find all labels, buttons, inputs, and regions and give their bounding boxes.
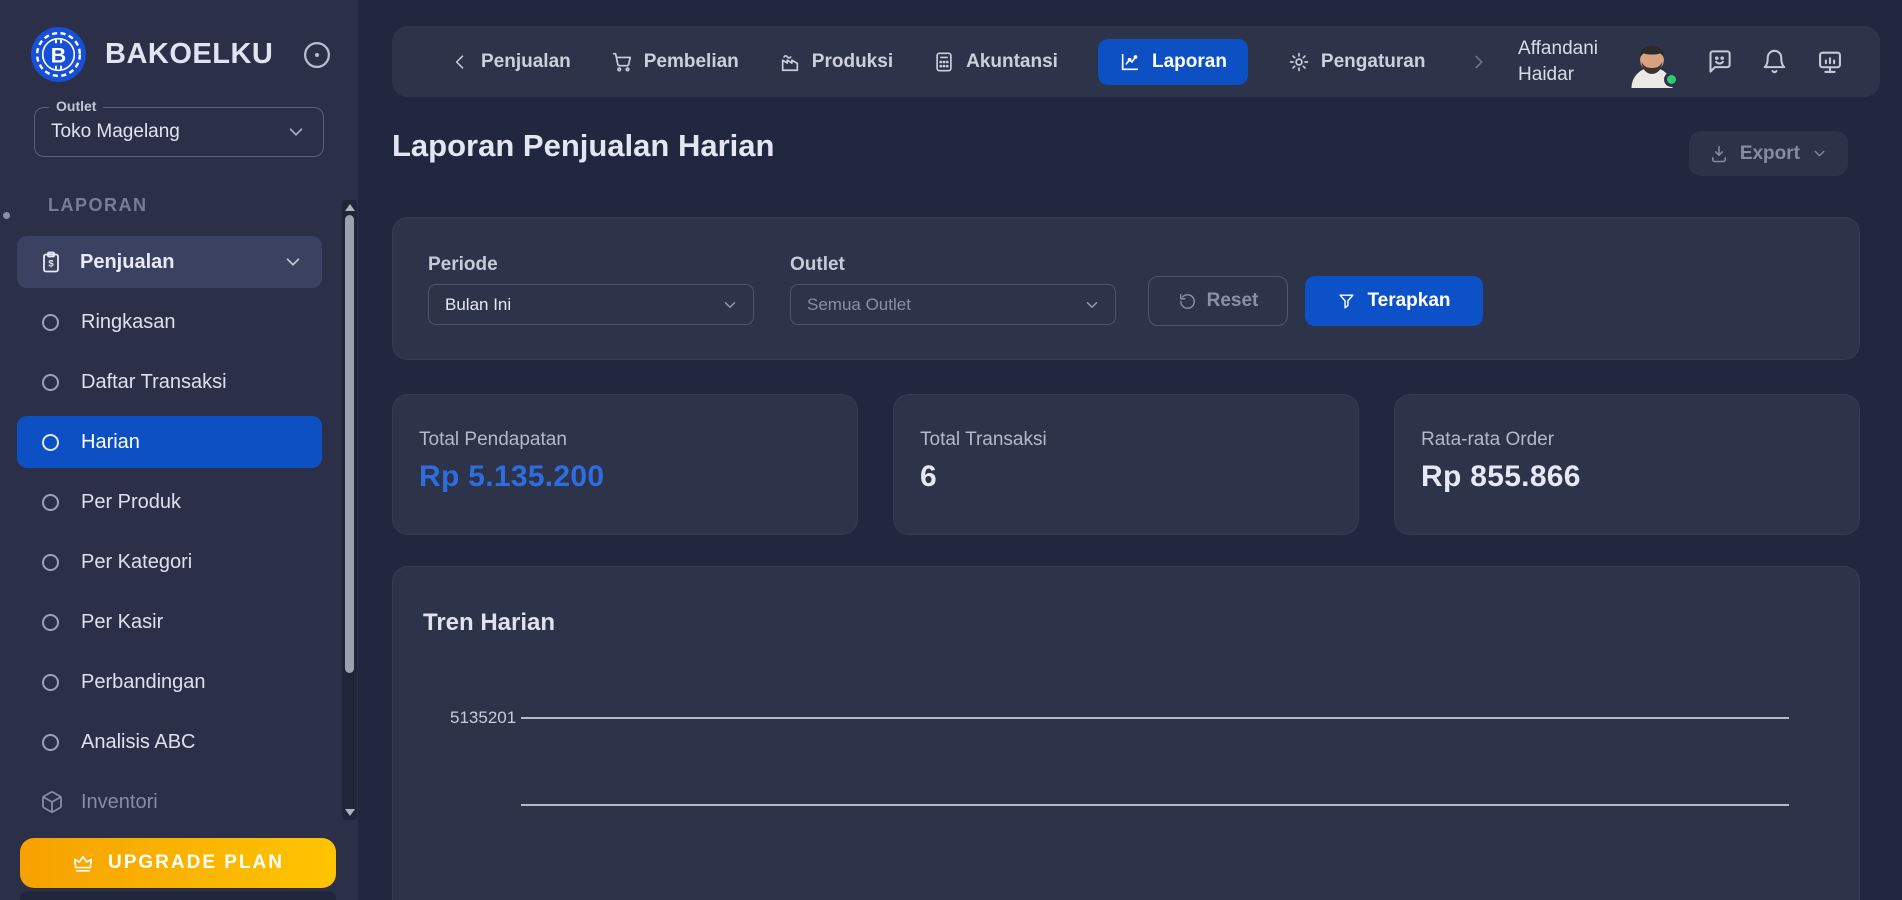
brand-name: BAKOELKU	[105, 38, 273, 71]
stat-value: 6	[920, 460, 1332, 494]
radio-circle-icon	[42, 734, 59, 751]
chart-gridline	[521, 717, 1789, 719]
chevron-right-icon	[1468, 51, 1490, 73]
sidebar-collapse-button[interactable]	[302, 40, 332, 70]
chart-gridline-row: 5135201	[450, 708, 1789, 728]
chart-title: Tren Harian	[423, 609, 555, 637]
chevron-down-icon	[1083, 296, 1101, 314]
online-status-dot	[1664, 72, 1679, 87]
sidebar-item-perbandingan[interactable]: Perbandingan	[17, 656, 322, 708]
clipboard-dollar-icon: $	[39, 250, 63, 274]
topbar-right-group: Affandani Haidar	[1468, 36, 1844, 88]
gear-icon	[1288, 51, 1310, 73]
stat-value: Rp 855.866	[1421, 460, 1833, 494]
scroll-indicator-dot	[3, 212, 10, 219]
user-name[interactable]: Affandani Haidar	[1518, 36, 1598, 86]
page-title: Laporan Penjualan Harian	[392, 128, 774, 164]
package-icon	[40, 790, 64, 814]
periode-select[interactable]: Bulan Ini	[428, 284, 754, 325]
sidebar-item-daftar-transaksi[interactable]: Daftar Transaksi	[17, 356, 322, 408]
feedback-button[interactable]	[1706, 48, 1733, 75]
notifications-bell-button[interactable]	[1761, 48, 1788, 75]
nav-item-akuntansi[interactable]: Akuntansi	[933, 51, 1058, 73]
chevron-down-icon	[721, 296, 739, 314]
sidebar-item-per-kasir[interactable]: Per Kasir	[17, 596, 322, 648]
radio-circle-icon	[42, 314, 59, 331]
top-nav-tabs: Penjualan Pembelian Prod	[450, 39, 1425, 85]
stat-card-total-pendapatan: Total Pendapatan Rp 5.135.200	[392, 394, 858, 535]
scrollbar-down-arrow[interactable]	[345, 809, 355, 816]
sidebar-item-inventori[interactable]: Inventori	[17, 776, 322, 828]
cart-icon	[611, 51, 633, 73]
export-button[interactable]: Export	[1689, 131, 1848, 176]
scrollbar-thumb[interactable]	[345, 215, 354, 673]
sidebar-item-analisis-abc[interactable]: Analisis ABC	[17, 716, 322, 768]
funnel-icon	[1337, 292, 1356, 311]
sidebar-item-harian[interactable]: Harian	[17, 416, 322, 468]
factory-icon	[779, 51, 801, 73]
summary-stats-row: Total Pendapatan Rp 5.135.200 Total Tran…	[392, 394, 1860, 535]
reset-button[interactable]: Reset	[1148, 276, 1288, 326]
user-avatar[interactable]	[1626, 36, 1678, 88]
download-icon	[1709, 144, 1729, 164]
y-axis-tick-label: 5135201	[450, 708, 521, 728]
stat-label: Total Transaksi	[920, 429, 1332, 451]
sidebar-item-per-produk[interactable]: Per Produk	[17, 476, 322, 528]
crown-icon	[72, 852, 94, 874]
outlet-selector-value: Toko Magelang	[51, 121, 180, 143]
outlet-selector-label: Outlet	[49, 98, 103, 114]
outlet-selector[interactable]: Outlet Toko Magelang	[34, 107, 324, 157]
analytics-icon	[1119, 51, 1141, 73]
terapkan-button[interactable]: Terapkan	[1305, 276, 1483, 326]
chevron-down-icon	[1811, 145, 1828, 162]
brand-logo-icon: B	[30, 26, 87, 83]
stat-value: Rp 5.135.200	[419, 460, 831, 494]
sidebar-submenu: Ringkasan Daftar Transaksi Harian Per Pr…	[0, 296, 358, 828]
stat-label: Total Pendapatan	[419, 429, 831, 451]
top-navigation-bar: Penjualan Pembelian Prod	[392, 26, 1880, 97]
radio-circle-icon	[42, 674, 59, 691]
sidebar: B BAKOELKU Outlet Toko Magelang LAPORAN	[0, 0, 358, 900]
chevron-down-icon	[282, 251, 304, 273]
upgrade-plan-button[interactable]: UPGRADE PLAN	[20, 838, 336, 888]
radio-circle-icon	[42, 374, 59, 391]
nav-item-pengaturan[interactable]: Pengaturan	[1288, 51, 1426, 73]
radio-circle-icon	[42, 494, 59, 511]
sidebar-item-ringkasan[interactable]: Ringkasan	[17, 296, 322, 348]
refresh-icon	[1178, 292, 1197, 311]
nav-item-pembelian[interactable]: Pembelian	[611, 51, 739, 73]
app-root: B BAKOELKU Outlet Toko Magelang LAPORAN	[0, 0, 1902, 900]
sidebar-section-label: LAPORAN	[48, 195, 358, 216]
radio-circle-icon	[42, 554, 59, 571]
calculator-icon	[933, 51, 955, 73]
sidebar-item-label: Penjualan	[80, 251, 174, 274]
daily-trend-chart-panel: Tren Harian 5135201	[392, 566, 1860, 900]
stat-card-rata-rata-order: Rata-rata Order Rp 855.866	[1394, 394, 1860, 535]
sidebar-bottom-panel	[20, 891, 336, 900]
display-mode-button[interactable]	[1816, 48, 1844, 76]
svg-text:$: $	[48, 259, 54, 270]
periode-label: Periode	[428, 254, 498, 276]
outlet-filter-label: Outlet	[790, 254, 845, 276]
stat-card-total-transaksi: Total Transaksi 6	[893, 394, 1359, 535]
sidebar-item-per-kategori[interactable]: Per Kategori	[17, 536, 322, 588]
chevron-left-icon	[450, 52, 470, 72]
sidebar-scrollbar[interactable]	[342, 200, 357, 820]
filter-panel: Periode Bulan Ini Outlet Semua Outlet Re…	[392, 217, 1860, 360]
radio-circle-icon	[42, 434, 59, 451]
outlet-select[interactable]: Semua Outlet	[790, 284, 1116, 325]
sidebar-header: B BAKOELKU	[0, 0, 358, 83]
nav-item-laporan[interactable]: Laporan	[1098, 39, 1248, 85]
chevron-down-icon	[285, 121, 307, 143]
nav-item-penjualan[interactable]: Penjualan	[450, 51, 571, 73]
stat-label: Rata-rata Order	[1421, 429, 1833, 451]
sidebar-item-penjualan-parent[interactable]: $ Penjualan	[17, 236, 322, 288]
svg-text:B: B	[51, 44, 66, 68]
chart-gridline	[521, 804, 1789, 806]
nav-item-produksi[interactable]: Produksi	[779, 51, 893, 73]
scrollbar-up-arrow[interactable]	[345, 204, 355, 211]
chart-gridline-row	[450, 804, 1789, 806]
radio-circle-icon	[42, 614, 59, 631]
